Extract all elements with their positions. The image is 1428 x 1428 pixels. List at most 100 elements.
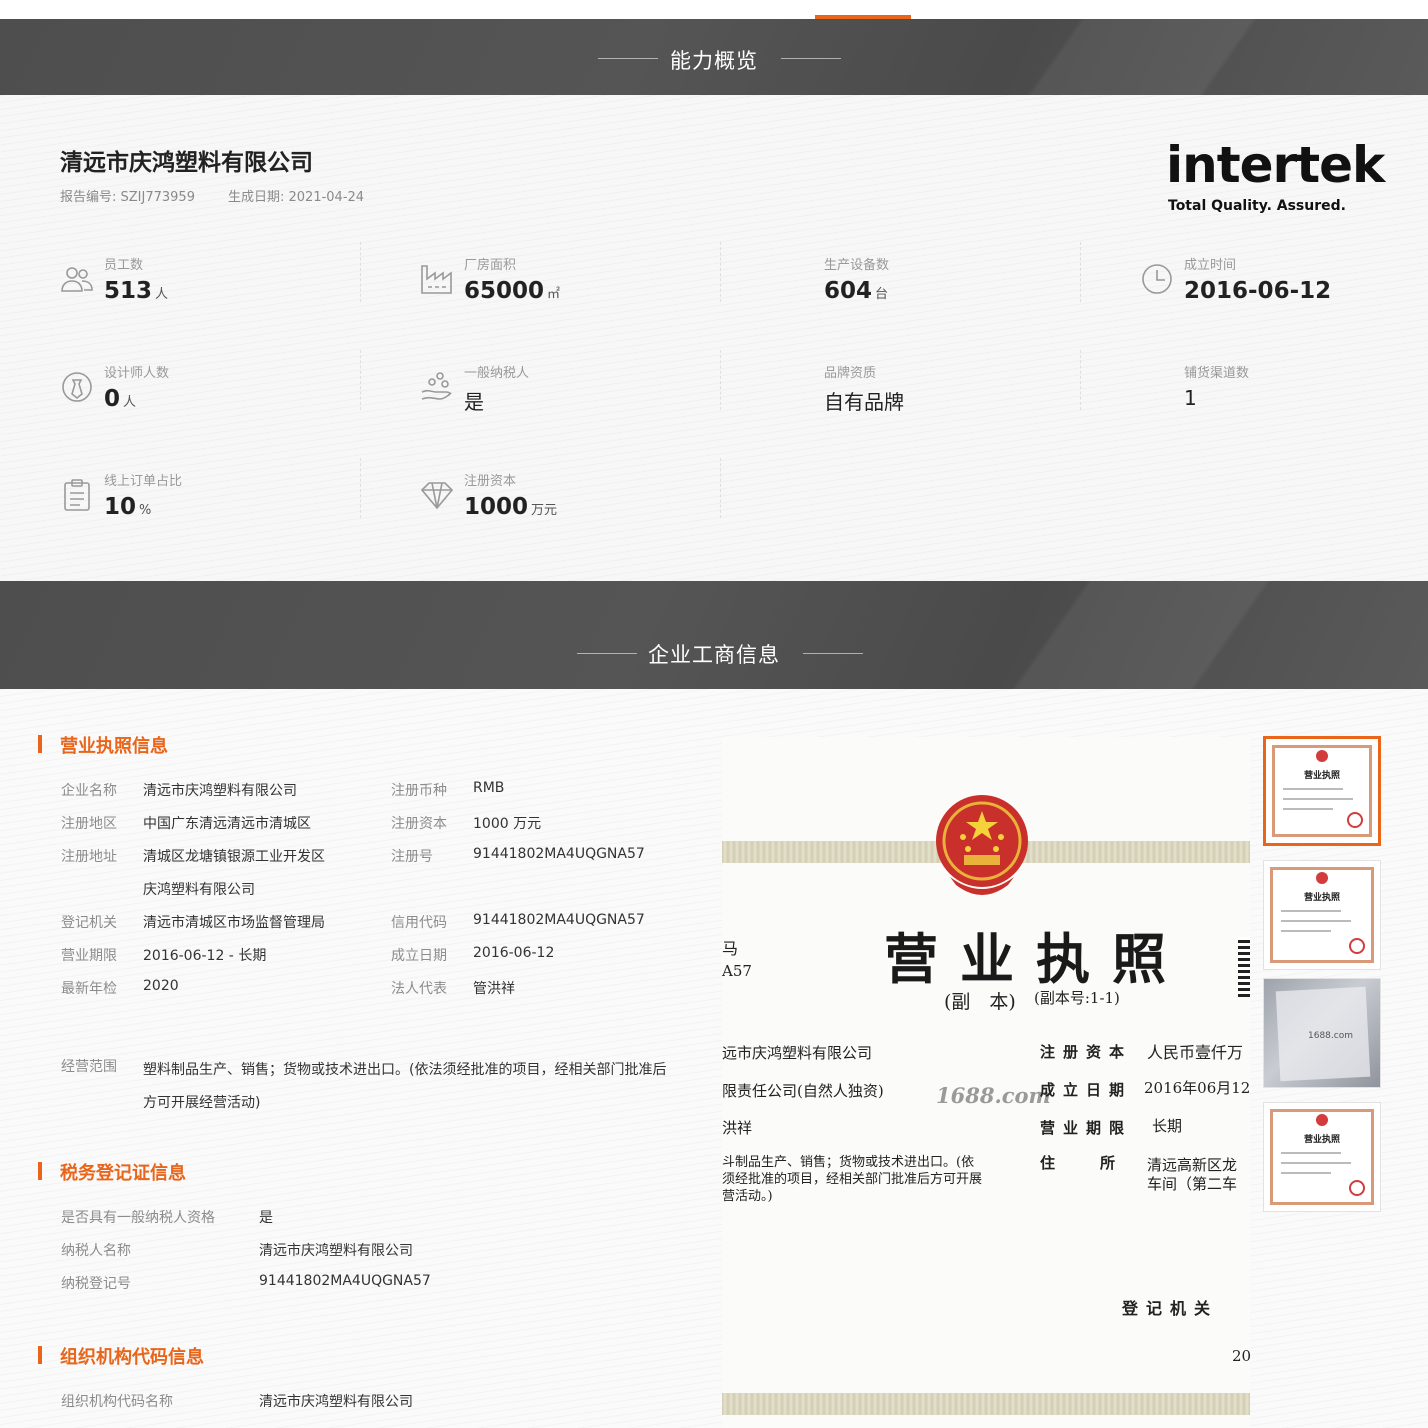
- stat-label: 生产设备数: [824, 258, 890, 273]
- stat-value: 65000 ㎡: [464, 278, 560, 304]
- field-value: RMB: [473, 780, 505, 796]
- thumb-title: 营业执照: [1303, 893, 1340, 903]
- stat-value: 513 人: [104, 278, 168, 304]
- scope-key: 经营范围: [61, 1059, 117, 1075]
- divider: [360, 458, 361, 518]
- stat-unit: ㎡: [547, 287, 561, 302]
- license-field-value: 车间（第二车: [1147, 1175, 1238, 1193]
- stat-value: 1000 万元: [464, 494, 557, 520]
- license-field-key: 营业期限: [1040, 1119, 1133, 1137]
- stat-factory-area: 厂房面积 65000 ㎡: [420, 250, 780, 320]
- field-value: 是: [259, 1210, 273, 1226]
- stat-label: 注册资本: [464, 474, 517, 489]
- top-tab-strip: [0, 0, 1428, 19]
- field-key: 营业期限: [61, 948, 117, 964]
- field-key: 组织机构代码名称: [61, 1394, 173, 1410]
- stat-label: 一般纳税人: [464, 366, 530, 381]
- license-thumbnail-3[interactable]: 1688.com: [1263, 978, 1381, 1088]
- field-key: 最新年检: [61, 981, 117, 997]
- logo-wordmark: intertek: [1166, 136, 1385, 194]
- field-key: 信用代码: [391, 915, 447, 931]
- stat-number: 604: [824, 278, 873, 304]
- logo-tagline: Total Quality. Assured.: [1168, 198, 1346, 214]
- stat-equipment: 生产设备数 604 台: [780, 250, 1140, 320]
- stat-general-taxpayer: 一般纳税人 是: [420, 358, 780, 428]
- license-thumbnail-2[interactable]: 营业执照: [1263, 860, 1381, 970]
- clipboard-icon: [64, 479, 90, 511]
- stat-online-orders: 线上订单占比 10%: [60, 466, 420, 536]
- generated-date: 生成日期: 2021-04-24: [228, 190, 365, 205]
- field-value: 管洪祥: [473, 981, 515, 997]
- field-value: 清远市庆鸿塑料有限公司: [143, 783, 297, 799]
- license-company: 远市庆鸿塑料有限公司: [722, 1044, 873, 1062]
- national-emblem-icon: [936, 795, 1028, 895]
- license-copy: (副 本): [944, 991, 1016, 1013]
- stat-value: 1: [1184, 386, 1197, 410]
- overview-section-title: 能力概览: [670, 49, 758, 73]
- divider: [1080, 350, 1081, 410]
- license-field-value: 人民币壹仟万: [1147, 1043, 1244, 1062]
- license-type: 限责任公司(自然人独资): [722, 1082, 884, 1100]
- divider: [1080, 242, 1081, 302]
- clock-icon: [1142, 264, 1172, 294]
- company-name: 清远市庆鸿塑料有限公司: [60, 150, 313, 176]
- scope-value: 塑料制品生产、销售；货物或技术进出口。(依法须经批准的项目，经相关部门批准后方可…: [143, 1062, 667, 1111]
- field-key: 注册资本: [391, 816, 447, 832]
- stat-number: 0: [104, 386, 121, 412]
- license-field-key: 成立日期: [1040, 1081, 1133, 1099]
- license-image-viewer[interactable]: 马 A57 营业执照 (副 本) (副本号:1-1) 远市庆鸿塑料有限公司 限责…: [722, 737, 1250, 1428]
- designer-icon: [62, 372, 92, 402]
- field-value: 庆鸿塑料有限公司: [143, 882, 255, 898]
- divider: [720, 242, 721, 302]
- business-section-title: 企业工商信息: [648, 643, 780, 667]
- license-copy-number: (副本号:1-1): [1034, 989, 1120, 1007]
- stat-unit: %: [139, 503, 152, 518]
- license-authority: 登记机关: [1122, 1299, 1219, 1318]
- field-value: 2016-06-12: [473, 945, 555, 961]
- field-value: 清远市庆鸿塑料有限公司: [259, 1394, 413, 1410]
- ornament-band-bottom: [722, 1393, 1250, 1415]
- stat-number: 2016-06-12: [1184, 278, 1332, 304]
- field-key: 注册地址: [61, 849, 117, 865]
- field-key: 纳税登记号: [61, 1276, 131, 1292]
- stat-label: 设计师人数: [104, 366, 170, 381]
- hand-coins-icon: [421, 372, 452, 400]
- license-title: 营业执照: [884, 927, 1188, 991]
- people-icon: [61, 267, 93, 292]
- field-value: 清城区龙塘镇银源工业开发区: [143, 849, 325, 865]
- stat-number: 10: [104, 494, 137, 520]
- field-value: 清远市庆鸿塑料有限公司: [259, 1243, 413, 1259]
- stat-founded: 成立时间 2016-06-12: [1140, 250, 1428, 320]
- field-key: 法人代表: [391, 981, 447, 997]
- stat-value: 604 台: [824, 278, 888, 304]
- stat-channels: 铺货渠道数 1: [1140, 358, 1428, 428]
- license-thumbnail-1[interactable]: 营业执照: [1263, 736, 1381, 846]
- watermark: 1688.com: [936, 1083, 1051, 1108]
- license-field-key: 住 所: [1040, 1154, 1116, 1172]
- thumb-watermark: 1688.com: [1308, 1031, 1353, 1041]
- stat-number: 1000: [464, 494, 529, 520]
- license-thumbnail-4[interactable]: 营业执照: [1263, 1102, 1381, 1212]
- stat-label: 线上订单占比: [104, 474, 183, 489]
- stat-registered-capital: 注册资本 1000 万元: [420, 466, 780, 536]
- diamond-icon: [420, 482, 454, 510]
- field-key: 登记机关: [61, 915, 117, 931]
- business-header-band: 企业工商信息: [0, 581, 1428, 689]
- field-key: 企业名称: [61, 783, 117, 799]
- license-scope: 营活动。): [722, 1189, 773, 1204]
- stat-number: 513: [104, 278, 153, 304]
- field-value: 2016-06-12 - 长期: [143, 948, 267, 964]
- license-person: 洪祥: [722, 1119, 753, 1137]
- stat-designers: 设计师人数 0人: [60, 358, 420, 428]
- org-info-heading: 组织机构代码信息: [38, 1343, 204, 1369]
- title-rule-right: [781, 58, 841, 59]
- field-key: 注册号: [391, 849, 433, 865]
- intertek-logo: intertek Total Quality. Assured.: [1166, 136, 1386, 220]
- stat-label: 品牌资质: [824, 366, 877, 381]
- stat-label: 厂房面积: [464, 258, 517, 273]
- qr-code: [1238, 937, 1250, 997]
- license-field-value: 长期: [1152, 1117, 1183, 1135]
- field-value: 1000 万元: [473, 816, 542, 832]
- thumb-title: 营业执照: [1303, 1135, 1340, 1145]
- stat-employees: 员工数 513 人: [60, 250, 420, 320]
